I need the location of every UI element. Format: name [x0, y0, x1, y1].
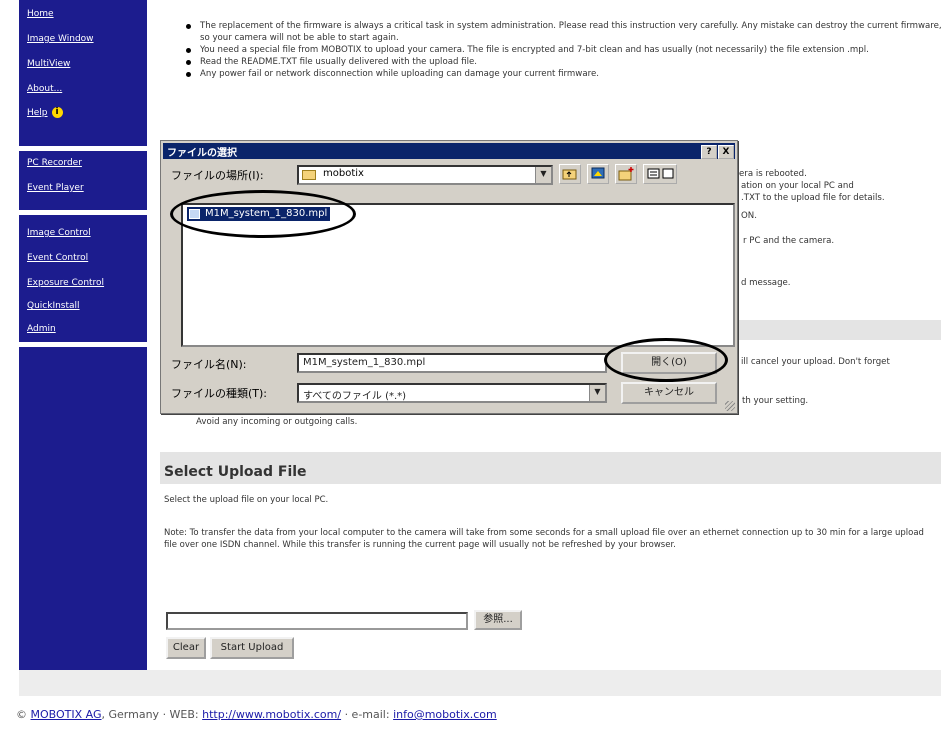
sidebar-item-event-control[interactable]: Event Control	[27, 253, 88, 263]
clear-button[interactable]: Clear	[166, 637, 206, 659]
sidebar-item-exposure-control[interactable]: Exposure Control	[27, 278, 104, 288]
location-label: ファイルの場所(I):	[171, 169, 264, 182]
dialog-title: ファイルの選択	[167, 148, 237, 159]
sidebar-item-multiview[interactable]: MultiView	[27, 59, 70, 69]
sidebar-divider	[19, 342, 147, 347]
instruction-list: The replacement of the firmware is alway…	[184, 20, 941, 80]
sidebar-item-pc-recorder[interactable]: PC Recorder	[27, 158, 82, 168]
footer-band	[19, 670, 941, 696]
info-icon: i	[51, 107, 63, 118]
sidebar-item-help[interactable]: Help i	[27, 107, 63, 118]
dialog-titlebar[interactable]: ファイルの選択 ? X	[163, 143, 735, 159]
obscured-text: th your setting.	[742, 396, 809, 406]
file-open-dialog: ファイルの選択 ? X ファイルの場所(I): mobotix ▼ M1M_sy…	[160, 140, 738, 414]
sidebar-item-help-label: Help	[27, 108, 48, 118]
obscured-text: era is rebooted.	[739, 169, 807, 179]
chevron-down-icon[interactable]: ▼	[535, 167, 551, 183]
filetype-label: ファイルの種類(T):	[171, 387, 268, 400]
close-button[interactable]: X	[718, 145, 734, 159]
footer: © MOBOTIX AG, Germany · WEB: http://www.…	[16, 708, 497, 721]
sidebar-divider	[19, 210, 147, 215]
file-item-label: M1M_system_1_830.mpl	[205, 208, 328, 219]
section-title: Select Upload File	[164, 464, 307, 480]
sidebar-item-quickinstall[interactable]: QuickInstall	[27, 301, 80, 311]
footer-text: · e-mail:	[344, 708, 390, 721]
footer-text: , Germany · WEB:	[101, 708, 199, 721]
file-item[interactable]: M1M_system_1_830.mpl	[187, 207, 331, 221]
help-button[interactable]: ?	[701, 145, 717, 159]
list-item: Read the README.TXT file usually deliver…	[184, 56, 941, 68]
file-icon	[189, 209, 200, 219]
filename-label: ファイル名(N):	[171, 358, 247, 371]
list-item: You need a special file from MOBOTIX to …	[184, 44, 941, 56]
company-link[interactable]: MOBOTIX AG	[31, 708, 102, 721]
sidebar: Home Image Window MultiView About... Hel…	[19, 0, 147, 690]
copyright-symbol: ©	[16, 708, 27, 721]
browse-button[interactable]: 参照...	[474, 610, 522, 630]
resize-grip[interactable]	[725, 401, 735, 411]
filename-value: M1M_system_1_830.mpl	[303, 357, 426, 368]
sidebar-item-about[interactable]: About...	[27, 84, 62, 94]
filetype-value: すべてのファイル (*.*)	[303, 391, 407, 402]
select-hint-text: Select the upload file on your local PC.	[164, 495, 329, 505]
filetype-select[interactable]: すべてのファイル (*.*) ▼	[297, 383, 607, 403]
sidebar-item-admin[interactable]: Admin	[27, 324, 56, 334]
cancel-button[interactable]: キャンセル	[621, 382, 717, 404]
open-button[interactable]: 開く(O)	[621, 352, 717, 374]
obscured-text: ation on your local PC and	[741, 181, 854, 191]
sidebar-item-home[interactable]: Home	[27, 9, 54, 19]
obscured-text: .TXT to the upload file for details.	[741, 193, 885, 203]
folder-icon	[302, 170, 316, 180]
view-menu-icon[interactable]	[643, 164, 677, 184]
up-folder-icon[interactable]	[559, 164, 581, 184]
obscured-text: Avoid any incoming or outgoing calls.	[196, 417, 358, 427]
obscured-text: ill cancel your upload. Don't forget	[741, 357, 890, 367]
start-upload-button[interactable]: Start Upload	[210, 637, 294, 659]
list-item: Any power fail or network disconnection …	[184, 68, 941, 80]
location-value: mobotix	[323, 168, 364, 179]
sidebar-item-event-player[interactable]: Event Player	[27, 183, 84, 193]
chevron-down-icon[interactable]: ▼	[589, 385, 605, 401]
desktop-icon[interactable]	[587, 164, 609, 184]
sidebar-divider	[19, 146, 147, 151]
list-item: The replacement of the firmware is alway…	[184, 20, 941, 44]
new-folder-icon[interactable]	[615, 164, 637, 184]
file-list[interactable]: M1M_system_1_830.mpl	[181, 203, 735, 347]
location-select[interactable]: mobotix ▼	[297, 165, 553, 185]
upload-file-input[interactable]	[166, 612, 468, 630]
obscured-text: ON.	[741, 211, 757, 221]
obscured-text: d message.	[741, 278, 791, 288]
filename-field[interactable]: M1M_system_1_830.mpl	[297, 353, 607, 373]
note-text: Note: To transfer the data from your loc…	[164, 528, 924, 550]
sidebar-item-image-control[interactable]: Image Control	[27, 228, 91, 238]
obscured-text: r PC and the camera.	[743, 236, 835, 246]
email-link[interactable]: info@mobotix.com	[393, 708, 497, 721]
sidebar-item-image-window[interactable]: Image Window	[27, 34, 94, 44]
web-link[interactable]: http://www.mobotix.com/	[202, 708, 341, 721]
